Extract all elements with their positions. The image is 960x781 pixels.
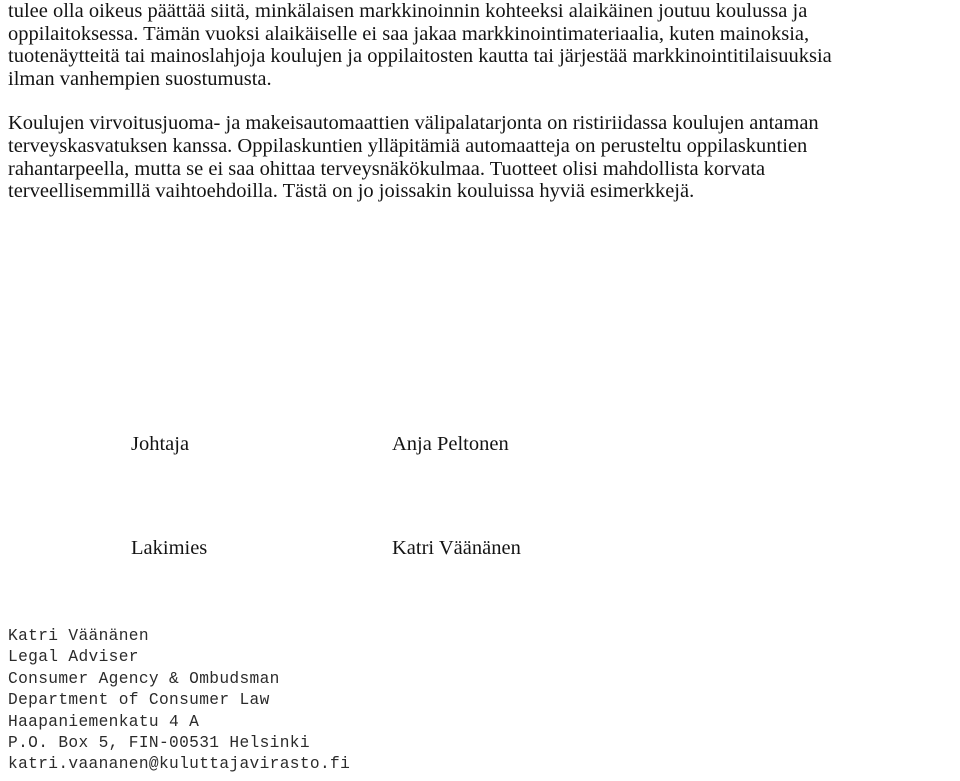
contact-footer-block: Katri Väänänen Legal Adviser Consumer Ag… — [8, 626, 708, 776]
paragraph-1: tulee olla oikeus päättää siitä, minkäla… — [8, 0, 960, 90]
signature-row: Johtaja Anja Peltonen — [0, 432, 960, 536]
footer-organization: Consumer Agency & Ombudsman — [8, 669, 280, 688]
paragraph-1-line-3: tuotenäytteitä tai mainoslahjoja kouluje… — [8, 45, 832, 68]
body-text-block: tulee olla oikeus päättää siitä, minkäla… — [8, 0, 960, 203]
signature-title-lawyer: Lakimies — [131, 537, 208, 559]
document-page: tulee olla oikeus päättää siitä, minkäla… — [0, 0, 960, 781]
footer-contact-name: Katri Väänänen — [8, 627, 149, 645]
paragraph-1-line-2: oppilaitoksessa. Tämän vuoksi alaikäisel… — [8, 22, 810, 45]
footer-email-address: katri.vaananen@kuluttajavirasto.fi — [8, 755, 351, 774]
paragraph-2-line-4: terveellisemmillä vaihtoehdoilla. Tästä … — [8, 180, 695, 203]
paragraph-1-line-1: tulee olla oikeus päättää siitä, minkäla… — [8, 0, 808, 22]
signature-block: Johtaja Anja Peltonen Lakimies Katri Vää… — [0, 432, 960, 559]
footer-street-address: Haapaniemenkatu 4 A — [8, 712, 200, 731]
paragraph-2-line-1: Koulujen virvoitusjuoma- ja makeisautoma… — [8, 112, 819, 135]
footer-postal-address: P.O. Box 5, FIN-00531 Helsinki — [8, 734, 310, 753]
paragraph-2: Koulujen virvoitusjuoma- ja makeisautoma… — [8, 112, 960, 202]
paragraph-2-line-3: rahantarpeella, mutta se ei saa ohittaa … — [8, 157, 766, 180]
signature-name-director: Anja Peltonen — [392, 433, 509, 455]
footer-department: Department of Consumer Law — [8, 691, 270, 710]
signature-title-director: Johtaja — [131, 433, 190, 455]
signature-name-lawyer: Katri Väänänen — [392, 537, 521, 559]
paragraph-2-line-2: terveyskasvatuksen kanssa. Oppilaskuntie… — [8, 134, 808, 157]
footer-job-title: Legal Adviser — [8, 648, 139, 667]
paragraph-1-line-4: ilman vanhempien suostumusta. — [8, 67, 272, 90]
